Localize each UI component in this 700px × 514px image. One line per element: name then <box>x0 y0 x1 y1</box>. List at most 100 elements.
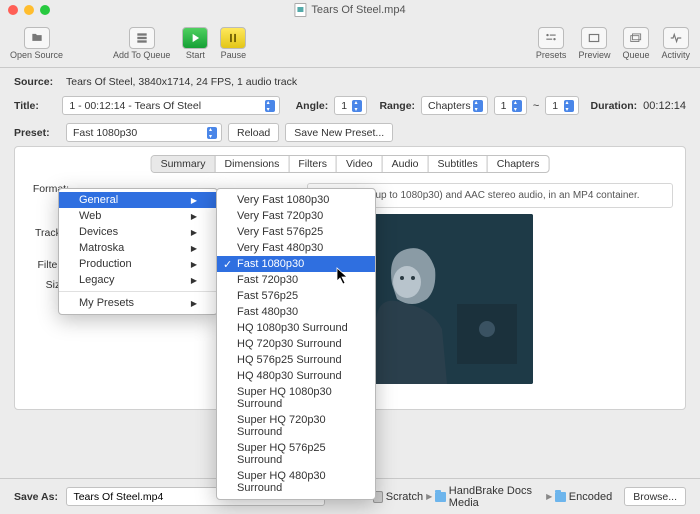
range-to-select[interactable]: 1 <box>545 96 578 115</box>
document-icon <box>294 3 306 17</box>
title-value: 1 - 00:12:14 - Tears Of Steel <box>69 100 201 112</box>
presets-label: Presets <box>536 50 567 60</box>
preview-button[interactable]: Preview <box>578 27 610 60</box>
menu-label: My Presets <box>79 297 134 309</box>
menu-item-matroska[interactable]: Matroska▶ <box>59 240 217 256</box>
zoom-icon[interactable] <box>40 5 50 15</box>
tab-video[interactable]: Video <box>337 156 383 172</box>
tab-filters[interactable]: Filters <box>289 156 337 172</box>
open-source-button[interactable]: Open Source <box>10 27 63 60</box>
menu-item-legacy[interactable]: Legacy ▶ <box>59 272 217 288</box>
tab-dimensions[interactable]: Dimensions <box>216 156 290 172</box>
preset-item[interactable]: Super HQ 1080p30 Surround <box>217 384 375 412</box>
preset-item[interactable]: Super HQ 576p25 Surround <box>217 440 375 468</box>
menu-label: Legacy <box>79 274 114 286</box>
range-from-select[interactable]: 1 <box>494 96 527 115</box>
menu-item-production[interactable]: Production▶ <box>59 256 217 272</box>
chevron-updown-icon <box>475 102 481 110</box>
preset-item-label: Fast 576p25 <box>237 290 298 302</box>
preset-item[interactable]: Very Fast 576p25 <box>217 224 375 240</box>
open-source-label: Open Source <box>10 50 63 60</box>
menu-item-web[interactable]: Web▶ <box>59 208 217 224</box>
preset-item[interactable]: Fast 720p30 <box>217 272 375 288</box>
preset-category-menu: General▶ Web▶ Devices▶ Matroska▶ Product… <box>58 188 218 315</box>
tab-audio[interactable]: Audio <box>383 156 429 172</box>
play-icon <box>182 27 208 49</box>
content: Source: Tears Of Steel, 3840x1714, 24 FP… <box>0 68 700 514</box>
chevron-right-icon: ▶ <box>191 212 197 221</box>
start-label: Start <box>186 50 205 60</box>
source-text: Tears Of Steel, 3840x1714, 24 FPS, 1 aud… <box>66 76 297 88</box>
preset-item[interactable]: HQ 1080p30 Surround <box>217 320 375 336</box>
menu-label: Matroska <box>79 242 124 254</box>
preset-item[interactable]: HQ 720p30 Surround <box>217 336 375 352</box>
preset-item-label: Super HQ 720p30 Surround <box>237 414 355 438</box>
save-new-preset-button[interactable]: Save New Preset... <box>285 123 393 142</box>
angle-value: 1 <box>341 100 347 112</box>
preset-row: Preset: Fast 1080p30 Reload Save New Pre… <box>14 123 686 142</box>
add-to-queue-button[interactable]: Add To Queue <box>113 27 170 60</box>
preset-value: Fast 1080p30 <box>73 127 137 139</box>
title-row: Title: 1 - 00:12:14 - Tears Of Steel Ang… <box>14 96 686 115</box>
pause-button[interactable]: Pause <box>220 27 246 60</box>
presets-button[interactable]: Presets <box>536 27 567 60</box>
tab-summary[interactable]: Summary <box>152 156 216 172</box>
angle-label: Angle: <box>296 100 329 112</box>
range-type-select[interactable]: Chapters <box>421 96 488 115</box>
preset-item[interactable]: Very Fast 480p30 <box>217 240 375 256</box>
menu-item-my-presets[interactable]: My Presets▶ <box>59 295 217 311</box>
preset-item-label: Super HQ 480p30 Surround <box>237 470 355 494</box>
folder-icon <box>435 492 446 502</box>
preset-item[interactable]: Super HQ 720p30 Surround <box>217 412 375 440</box>
preset-item[interactable]: HQ 480p30 Surround <box>217 368 375 384</box>
cursor-icon <box>336 267 350 288</box>
menu-item-general[interactable]: General▶ <box>59 192 217 208</box>
preset-item[interactable]: Fast 576p25 <box>217 288 375 304</box>
preset-select[interactable]: Fast 1080p30 <box>66 123 222 142</box>
range-type-value: Chapters <box>428 100 471 112</box>
traffic-lights <box>8 5 50 15</box>
menu-item-devices[interactable]: Devices▶ <box>59 224 217 240</box>
preset-item[interactable]: Super HQ 480p30 Surround <box>217 468 375 496</box>
title-label: Title: <box>14 100 56 112</box>
preset-item[interactable]: Very Fast 1080p30 <box>217 192 375 208</box>
chevron-right-icon: ▶ <box>191 228 197 237</box>
reload-label: Reload <box>237 127 270 139</box>
crumb-label: Encoded <box>569 491 612 503</box>
menu-separator <box>59 291 217 292</box>
preset-item-label: Very Fast 576p25 <box>237 226 323 238</box>
angle-select[interactable]: 1 <box>334 96 367 115</box>
preset-item[interactable]: Very Fast 720p30 <box>217 208 375 224</box>
preset-label: Preset: <box>14 127 60 139</box>
tab-subtitles[interactable]: Subtitles <box>429 156 488 172</box>
chevron-right-icon: ▶ <box>191 276 197 285</box>
preset-item-label: Fast 720p30 <box>237 274 298 286</box>
preset-item[interactable]: Fast 480p30 <box>217 304 375 320</box>
activity-button[interactable]: Activity <box>661 27 690 60</box>
preset-item-label: Very Fast 1080p30 <box>237 194 329 206</box>
preset-item-label: Fast 480p30 <box>237 306 298 318</box>
preset-item[interactable]: HQ 576p25 Surround <box>217 352 375 368</box>
destination-crumb[interactable]: Scratch ▶ HandBrake Docs Media ▶ Encoded <box>373 485 613 509</box>
preset-item-label: HQ 720p30 Surround <box>237 338 342 350</box>
range-to-value: 1 <box>552 100 558 112</box>
range-sep: ~ <box>533 100 539 112</box>
open-source-icon <box>24 27 50 49</box>
preset-item[interactable]: ✓Fast 1080p30 <box>217 256 375 272</box>
chevron-right-icon: ▶ <box>191 196 197 205</box>
close-icon[interactable] <box>8 5 18 15</box>
chevron-updown-icon <box>209 129 215 137</box>
titlebar: Tears Of Steel.mp4 <box>0 0 700 20</box>
tab-chapters[interactable]: Chapters <box>488 156 549 172</box>
browse-button[interactable]: Browse... <box>624 487 686 506</box>
start-button[interactable]: Start <box>182 27 208 60</box>
chevron-right-icon: ▶ <box>546 492 552 501</box>
queue-button[interactable]: Queue <box>622 27 649 60</box>
minimize-icon[interactable] <box>24 5 34 15</box>
window-title-text: Tears Of Steel.mp4 <box>311 4 405 16</box>
title-select[interactable]: 1 - 00:12:14 - Tears Of Steel <box>62 96 279 115</box>
preset-item-label: Very Fast 720p30 <box>237 210 323 222</box>
reload-button[interactable]: Reload <box>228 123 279 142</box>
preset-item-label: HQ 1080p30 Surround <box>237 322 348 334</box>
activity-label: Activity <box>661 50 690 60</box>
